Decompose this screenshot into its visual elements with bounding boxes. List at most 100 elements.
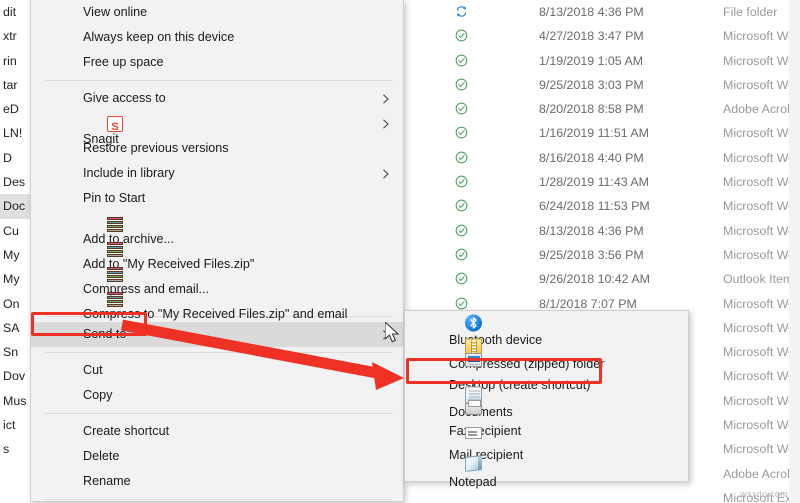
- menu-item-include-in-library[interactable]: Include in library: [31, 161, 403, 186]
- send-to-item-compressed-zipped-folder[interactable]: Compressed (zipped) folder: [405, 335, 688, 371]
- sync-status-cell: [451, 97, 471, 121]
- send-to-item-fax-recipient[interactable]: Fax recipient: [405, 400, 688, 438]
- date-modified-cell: 8/13/2018 4:36 PM: [539, 223, 644, 238]
- date-modified-cell: 9/25/2018 3:03 PM: [539, 77, 644, 92]
- date-modified-cell: 8/20/2018 8:58 PM: [539, 102, 644, 117]
- sync-complete-icon: [455, 54, 467, 66]
- sync-status-cell: [451, 24, 471, 48]
- sync-complete-icon: [455, 78, 467, 91]
- sync-status-cell: [451, 73, 471, 97]
- send-to-item-desktop-create-shortcut[interactable]: Desktop (create shortcut): [405, 353, 688, 392]
- menu-separator: [45, 80, 393, 81]
- snagit-icon: [107, 115, 123, 140]
- vertical-scrollbar[interactable]: [789, 0, 800, 503]
- nav-item[interactable]: tar: [0, 73, 30, 97]
- menu-item-free-up-space[interactable]: Free up space: [31, 50, 403, 75]
- menu-item-copy[interactable]: Copy: [31, 383, 403, 408]
- send-to-item-documents[interactable]: Documents: [405, 383, 688, 419]
- nav-item[interactable]: s: [0, 437, 30, 461]
- menu-item-view-online[interactable]: View online: [31, 0, 403, 25]
- menu-item-label: Pin to Start: [83, 191, 146, 205]
- nav-item[interactable]: SA: [0, 316, 30, 340]
- screenshot-root: dit xtr rin tar eD LN! D Des Doc Cu My My On SA Sn Dov M…: [0, 0, 800, 503]
- nav-item[interactable]: eD: [0, 97, 30, 121]
- menu-item-compress-to-my-received-files-zip-and-[interactable]: Compress to "My Received Files.zip" and …: [31, 286, 403, 321]
- nav-item[interactable]: Mus: [0, 389, 30, 413]
- nav-item[interactable]: Des: [0, 170, 30, 194]
- nav-item[interactable]: Cu: [0, 219, 30, 243]
- send-to-submenu[interactable]: Bluetooth deviceCompressed (zipped) fold…: [404, 310, 689, 489]
- date-modified-cell: 4/27/2018 3:47 PM: [539, 29, 644, 44]
- menu-separator: [45, 499, 393, 500]
- date-modified-cell: 6/24/2018 11:53 PM: [539, 199, 650, 214]
- menu-item-always-keep-on-this-device[interactable]: Always keep on this device: [31, 25, 403, 50]
- menu-item-label: Delete: [83, 449, 120, 463]
- date-modified-cell: 1/16/2019 11:51 AM: [539, 126, 649, 141]
- sync-complete-icon: [455, 248, 467, 261]
- sync-complete-icon: [455, 29, 467, 42]
- menu-item-label: Always keep on this device: [83, 30, 235, 44]
- notepad-icon: [465, 455, 482, 472]
- nav-item[interactable]: Doc: [0, 194, 30, 219]
- menu-item-label: Cut: [83, 363, 103, 377]
- sync-icon: [456, 6, 466, 17]
- sync-status-cell: [451, 0, 471, 24]
- chevron-right-icon: [383, 118, 389, 129]
- nav-item[interactable]: Dov: [0, 364, 30, 388]
- context-menu[interactable]: View online Always keep on this device Fre…: [30, 0, 404, 502]
- nav-item[interactable]: Sn: [0, 340, 30, 364]
- chevron-right-icon: [383, 329, 389, 340]
- nav-item[interactable]: On: [0, 292, 30, 316]
- date-modified-cell: 9/26/2018 10:42 AM: [539, 272, 650, 287]
- date-modified-cell: 8/13/2018 4:36 PM: [539, 5, 644, 19]
- menu-item-label: Send to: [83, 327, 127, 341]
- send-to-item-mail-recipient[interactable]: Mail recipient: [405, 427, 688, 462]
- menu-item-restore-previous-versions[interactable]: Restore previous versions: [31, 136, 403, 161]
- file-type-cell: File folder: [723, 5, 778, 19]
- nav-item[interactable]: rin: [0, 49, 30, 73]
- menu-item-label: Give access to: [83, 91, 166, 105]
- sync-complete-icon: [455, 272, 467, 285]
- sync-status-cell: [451, 219, 471, 243]
- sync-complete-icon: [455, 151, 467, 164]
- file-type-cell: Outlook Item: [723, 272, 794, 287]
- desktop-icon: [465, 353, 482, 367]
- nav-item[interactable]: D: [0, 146, 30, 170]
- nav-item[interactable]: xtr: [0, 24, 30, 48]
- sync-status-cell: [451, 49, 471, 73]
- menu-item-cut[interactable]: Cut: [31, 358, 403, 383]
- sync-complete-icon: [455, 224, 467, 237]
- nav-item[interactable]: LN!: [0, 121, 30, 145]
- date-modified-cell: 9/25/2018 3:56 PM: [539, 247, 644, 262]
- menu-item-label: Compress to "My Received Files.zip" and …: [83, 307, 348, 321]
- menu-item-delete[interactable]: Delete: [31, 444, 403, 469]
- fax-icon: [465, 400, 482, 415]
- send-to-item-notepad[interactable]: Notepad: [405, 455, 688, 489]
- nav-item[interactable]: dit: [0, 0, 30, 24]
- menu-item-compress-and-email[interactable]: Compress and email...: [31, 261, 403, 296]
- menu-separator: [45, 352, 393, 353]
- winrar-icon: [107, 291, 123, 307]
- menu-item-snagit[interactable]: Snagit: [31, 111, 403, 146]
- sync-status-cell: [451, 194, 471, 218]
- winrar-icon: [107, 216, 123, 232]
- menu-item-add-to-archive[interactable]: Add to archive...: [31, 211, 403, 246]
- send-to-item-label: Notepad: [449, 475, 497, 489]
- menu-item-label: View online: [83, 5, 148, 19]
- menu-item-rename[interactable]: Rename: [31, 469, 403, 494]
- date-modified-cell: 1/19/2019 1:05 AM: [539, 53, 644, 68]
- menu-item-give-access-to[interactable]: Give access to: [31, 86, 403, 111]
- menu-item-pin-to-start[interactable]: Pin to Start: [31, 186, 403, 211]
- sync-complete-icon: [455, 200, 467, 212]
- nav-item[interactable]: ict: [0, 413, 30, 437]
- navigation-pane[interactable]: dit xtr rin tar eD LN! D Des Doc Cu My My On SA Sn Dov M…: [0, 0, 31, 503]
- winrar-icon: [107, 266, 123, 282]
- nav-item[interactable]: My: [0, 267, 30, 291]
- nav-item[interactable]: My: [0, 243, 30, 267]
- mail-icon: [465, 427, 482, 439]
- menu-item-create-shortcut[interactable]: Create shortcut: [31, 419, 403, 444]
- menu-item-add-to-my-received-files-zip[interactable]: Add to "My Received Files.zip": [31, 236, 403, 271]
- winrar-icon: [107, 241, 123, 257]
- send-to-item-bluetooth-device[interactable]: Bluetooth device: [405, 311, 688, 347]
- menu-item-send-to[interactable]: Send to: [31, 322, 403, 347]
